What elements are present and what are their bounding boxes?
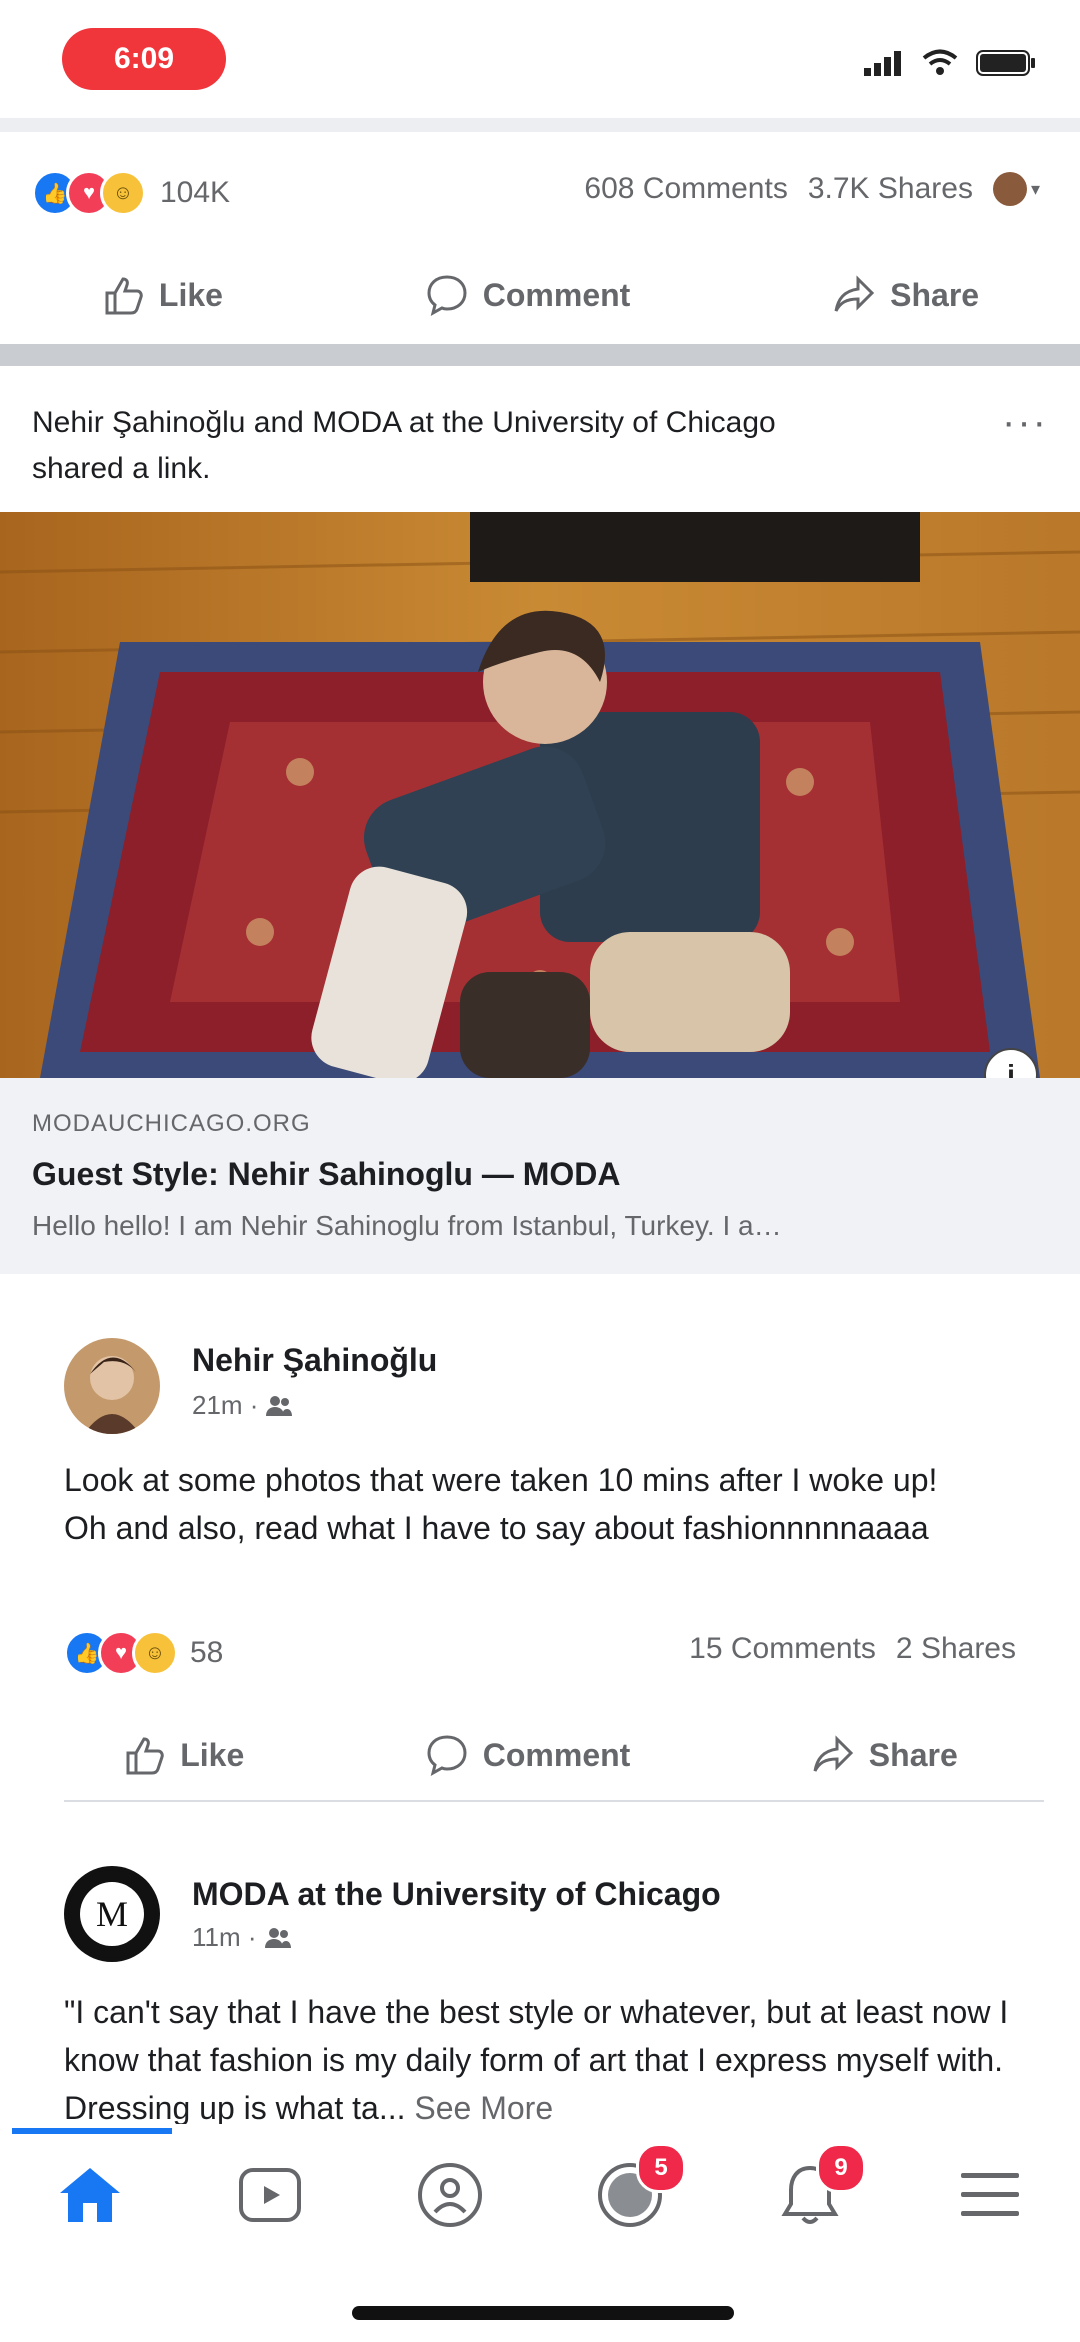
profile-badge: 5 — [636, 2143, 686, 2193]
nav-watch[interactable] — [230, 2155, 310, 2235]
nav-groups[interactable] — [410, 2155, 490, 2235]
friends-audience-icon — [266, 1395, 293, 1416]
like-button[interactable]: Like — [122, 1733, 244, 1777]
post-time[interactable]: 11m · — [192, 1922, 257, 1953]
avatar[interactable]: M — [64, 1866, 160, 1962]
share-icon — [834, 275, 875, 312]
feed-divider — [0, 344, 1080, 366]
status-icons — [864, 48, 1036, 78]
haha-reaction-icon: ☺ — [100, 170, 146, 216]
reaction-count: 58 — [190, 1636, 224, 1669]
nav-home[interactable] — [50, 2155, 130, 2235]
audience-avatar-icon[interactable]: ▾ — [992, 172, 1040, 206]
comment-icon — [427, 275, 467, 316]
battery-icon — [976, 50, 1035, 76]
post-meta: 11m · — [192, 1922, 291, 1953]
groups-icon — [418, 2163, 482, 2227]
comment-button[interactable]: Comment — [425, 273, 631, 317]
comment-label: Comment — [482, 276, 631, 313]
shared-link-header[interactable]: Nehir Şahinoğlu and MODA at the Universi… — [32, 400, 872, 492]
post-author[interactable]: MODA at the University of Chicago — [192, 1876, 721, 1913]
notifications-badge: 9 — [816, 2143, 866, 2193]
post-divider — [64, 1800, 1044, 1802]
share-icon — [813, 1735, 853, 1772]
home-indicator[interactable] — [352, 2306, 734, 2320]
post-text: "I can't say that I have the best style … — [64, 1988, 1020, 2132]
reaction-count: 104K — [160, 176, 231, 209]
menu-icon — [961, 2173, 1019, 2216]
post-stats: 15 Comments 2 Shares — [689, 1632, 1016, 1666]
wifi-icon — [922, 49, 958, 75]
friends-audience-icon — [264, 1927, 291, 1948]
more-options-icon[interactable]: ··· — [1002, 400, 1048, 445]
home-icon — [60, 2168, 120, 2222]
link-preview-image[interactable] — [0, 512, 1080, 1078]
comments-count[interactable]: 608 Comments — [584, 172, 787, 206]
see-more-link[interactable]: See More — [414, 2090, 553, 2126]
reaction-summary[interactable]: 👍 ♥ ☺ 104K — [32, 170, 230, 216]
comments-count[interactable]: 15 Comments — [689, 1632, 876, 1666]
nav-profile[interactable]: 5 — [590, 2143, 686, 2235]
reaction-summary[interactable]: 👍 ♥ ☺ 58 — [64, 1630, 223, 1676]
watch-icon — [239, 2168, 301, 2222]
post-text: Look at some photos that were taken 10 m… — [64, 1462, 938, 1546]
post-author[interactable]: Nehir Şahinoğlu — [192, 1342, 437, 1379]
like-button[interactable]: Like — [101, 273, 223, 317]
like-label: Like — [180, 1736, 245, 1773]
nav-notifications[interactable]: 9 — [770, 2143, 866, 2235]
shares-count[interactable]: 3.7K Shares — [808, 172, 973, 206]
post-meta: 21m · — [192, 1390, 293, 1421]
share-label: Share — [868, 1736, 958, 1773]
comment-button[interactable]: Comment — [425, 1733, 631, 1777]
haha-reaction-icon: ☺ — [132, 1630, 178, 1676]
nav-menu[interactable] — [950, 2155, 1030, 2235]
status-time: 6:09 — [62, 28, 226, 90]
section-divider — [0, 118, 1080, 132]
like-label: Like — [158, 276, 223, 313]
bottom-nav: 5 9 — [0, 2130, 1080, 2260]
share-button[interactable]: Share — [832, 273, 979, 317]
post-stats: 608 Comments 3.7K Shares ▾ — [584, 172, 1040, 206]
top-post-actions: Like Comment Share — [0, 260, 1080, 330]
comment-icon — [427, 1735, 467, 1776]
share-label: Share — [890, 276, 980, 313]
shares-count[interactable]: 2 Shares — [896, 1632, 1016, 1666]
post-time[interactable]: 21m · — [192, 1390, 258, 1421]
link-description: Hello hello! I am Nehir Sahinoglu from I… — [32, 1210, 782, 1241]
link-domain: MODAUCHICAGO.ORG — [32, 1110, 311, 1137]
avatar[interactable] — [64, 1338, 160, 1434]
signal-icon — [864, 51, 901, 76]
thumbs-up-icon — [105, 277, 143, 315]
share-button[interactable]: Share — [811, 1733, 958, 1777]
comment-label: Comment — [482, 1736, 631, 1773]
link-title: Guest Style: Nehir Sahinoglu — MODA — [32, 1156, 621, 1192]
thumbs-up-icon — [126, 1737, 164, 1775]
post-actions: Like Comment Share — [32, 1720, 1048, 1790]
svg-text:M: M — [96, 1894, 128, 1934]
